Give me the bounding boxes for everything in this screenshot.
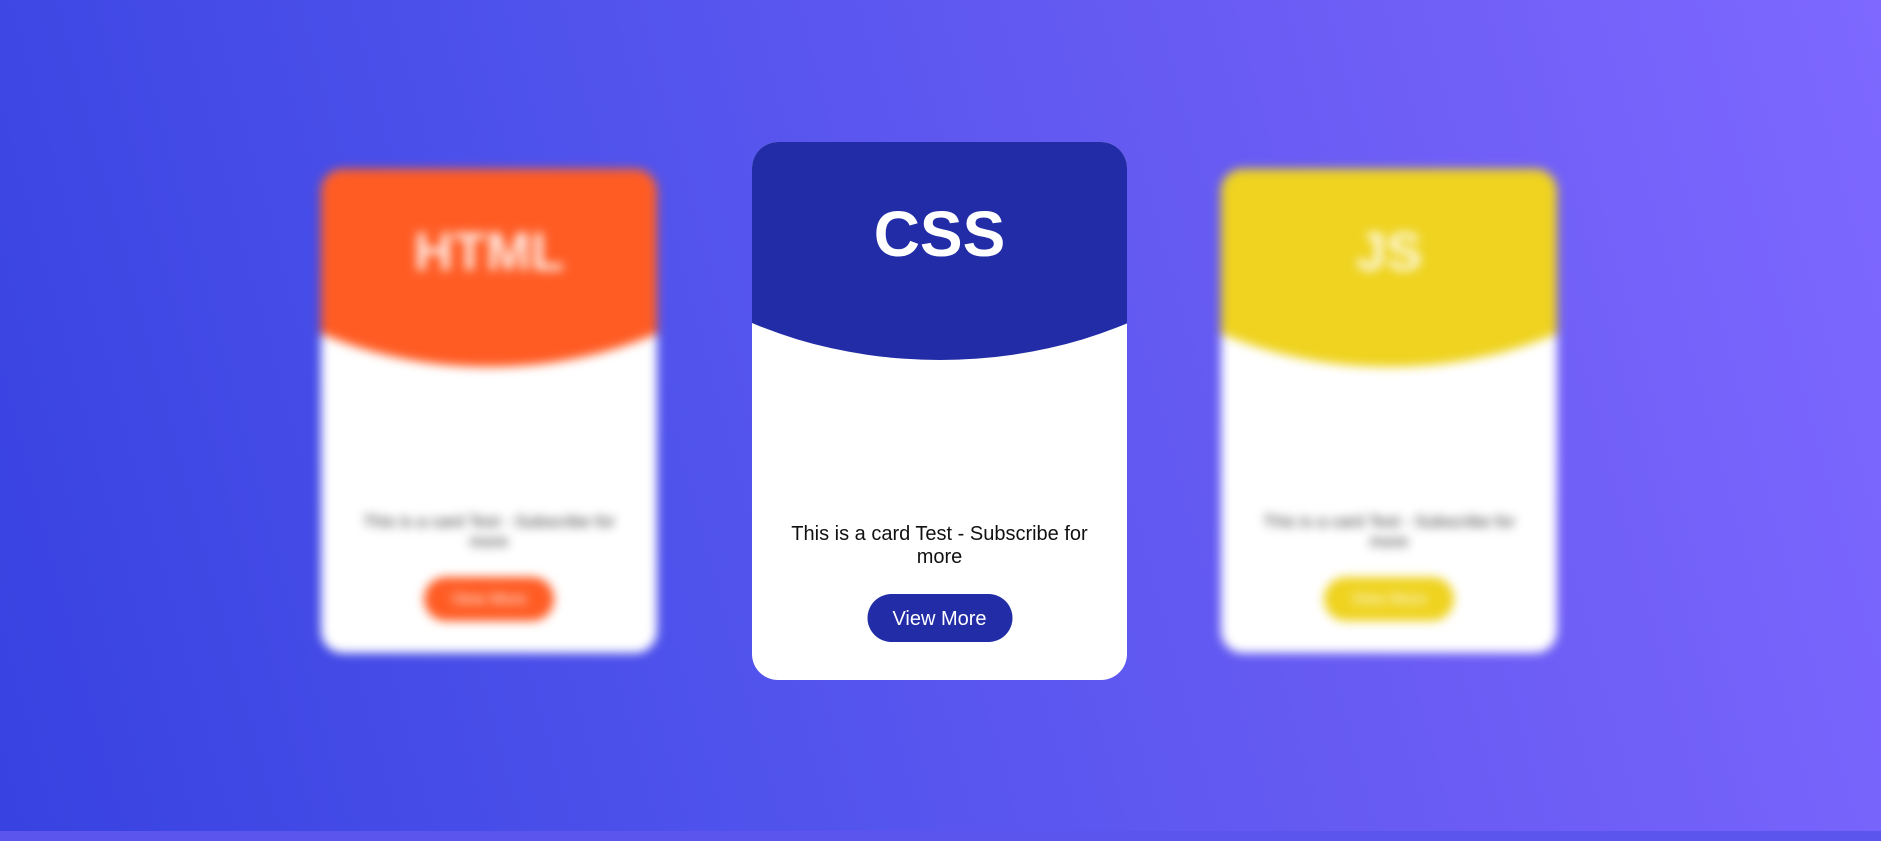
card-html: HTML This is a card Test - Subscribe for… [321, 169, 657, 653]
card-js-text: This is a card Test - Subscribe for more [1263, 512, 1515, 551]
card-css-view-more-button[interactable]: View More [867, 594, 1012, 642]
page-bottom-strip [0, 831, 1881, 841]
card-html-title: HTML [414, 222, 564, 282]
card-js-view-more-button[interactable]: View More [1324, 577, 1454, 621]
card-html-text: This is a card Test - Subscribe for more [363, 512, 615, 551]
card-css-title: CSS [873, 198, 1006, 270]
card-js-title: JS [1355, 222, 1423, 282]
card-css: CSS This is a card Test - Subscribe for … [752, 142, 1127, 680]
card-html-view-more-button[interactable]: View More [424, 577, 554, 621]
card-js: JS This is a card Test - Subscribe for m… [1221, 169, 1557, 653]
card-css-text: This is a card Test - Subscribe for more [791, 523, 1088, 568]
